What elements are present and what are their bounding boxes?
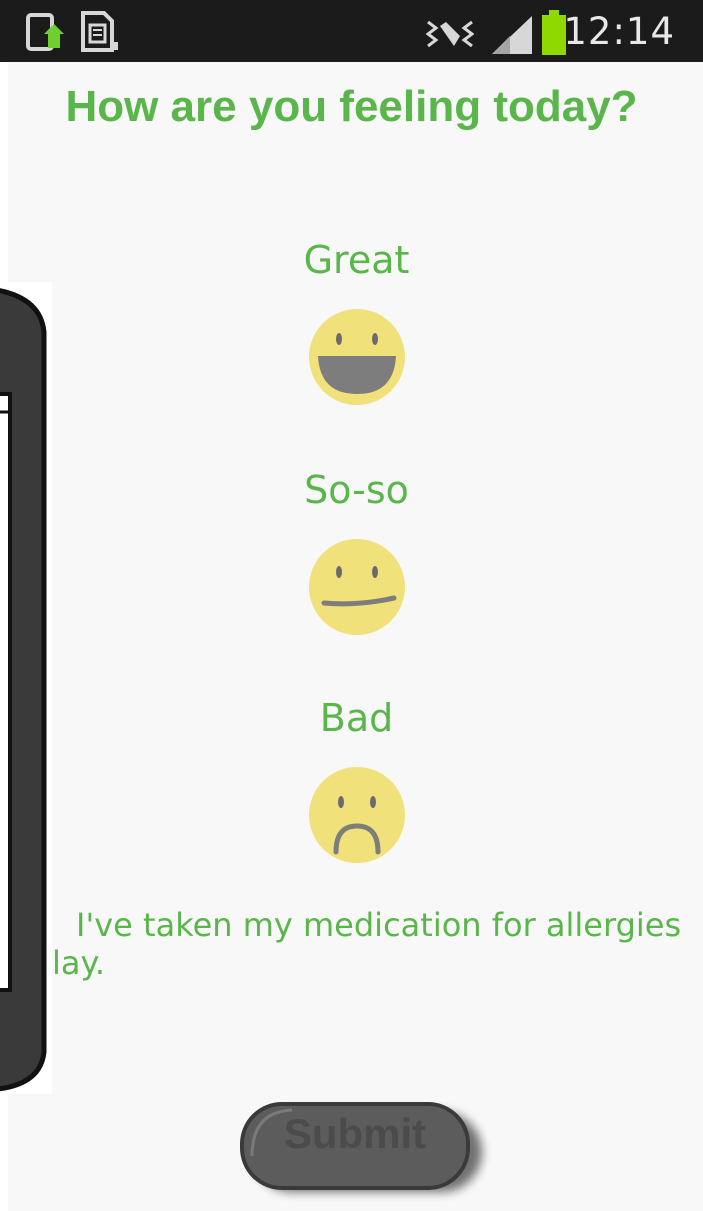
- medication-statement-continued: lay.: [52, 944, 106, 982]
- mood-option-so-so[interactable]: So-so: [0, 468, 703, 648]
- vibrate-icon: [426, 20, 474, 48]
- mood-label-so-so: So-so: [304, 468, 409, 512]
- mood-label-great: Great: [303, 238, 410, 282]
- mood-label-bad: Bad: [319, 696, 394, 740]
- submit-button-label: Submit: [283, 1110, 427, 1157]
- grinning-face-icon[interactable]: [308, 308, 406, 406]
- signal-icon: [492, 16, 532, 54]
- submit-button[interactable]: Submit: [232, 1098, 492, 1204]
- screen-rotate-icon: [26, 13, 64, 51]
- phone-sketch-illustration: [0, 282, 52, 1094]
- mood-option-bad[interactable]: Bad: [0, 696, 703, 876]
- sad-face-icon[interactable]: [308, 766, 406, 864]
- mood-option-great[interactable]: Great: [0, 238, 703, 418]
- status-bar: 12:14: [0, 0, 703, 62]
- sim-card-icon: [81, 11, 118, 52]
- medication-statement: I've taken my medication for allergies: [76, 906, 682, 944]
- status-time: 12:14: [563, 10, 675, 53]
- page-title: How are you feeling today?: [65, 82, 638, 131]
- neutral-face-icon[interactable]: [308, 538, 406, 636]
